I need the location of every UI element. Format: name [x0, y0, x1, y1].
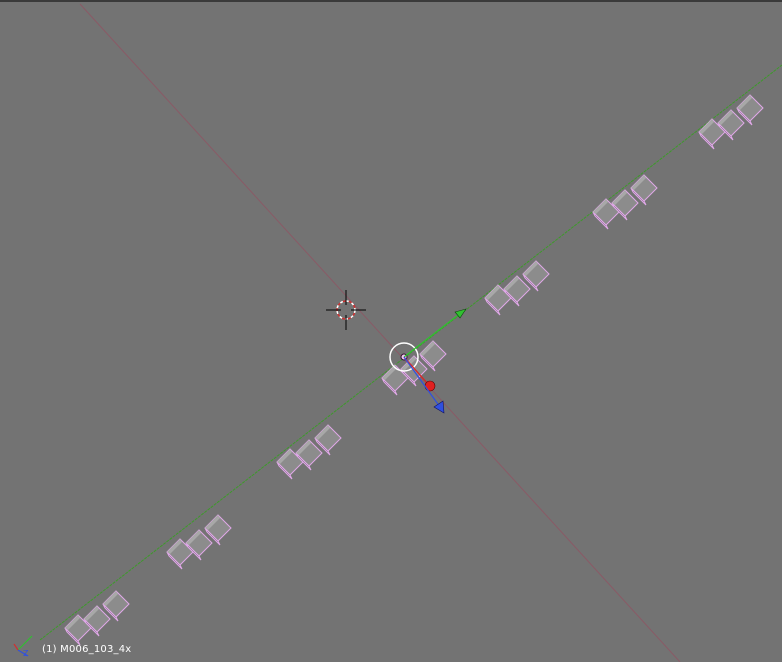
z-handle-icon[interactable]	[433, 400, 445, 414]
y-axis-line	[39, 64, 782, 641]
viewport-scene[interactable]: Z	[0, 0, 782, 662]
axis-gizmo-label: Z	[23, 649, 29, 658]
axis-gizmo-icon: Z	[13, 635, 33, 658]
x-handle-icon[interactable]	[424, 380, 436, 392]
object-name-label: (1) M006_103_4x	[42, 644, 132, 655]
3d-cursor-icon	[326, 290, 366, 330]
3d-viewport[interactable]: Z (1) M006_103_4x	[0, 0, 782, 662]
x-axis-line	[79, 3, 681, 662]
